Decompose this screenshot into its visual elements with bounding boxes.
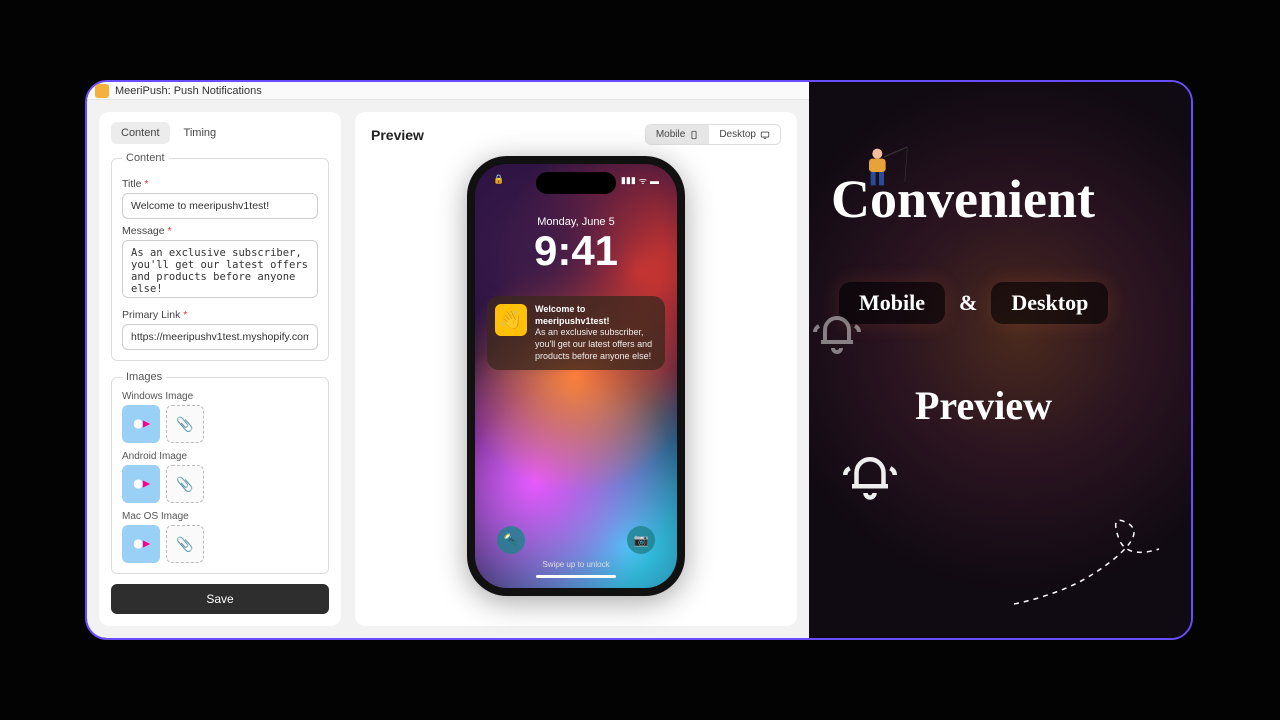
battery-icon: ▬ bbox=[650, 176, 659, 186]
link-input[interactable] bbox=[122, 324, 318, 350]
mobile-icon bbox=[689, 130, 699, 140]
flashlight-icon: 🔦 bbox=[497, 526, 525, 554]
phone-mockup: 🔒 ▮▮▮ ᯤ ▬ Monday, June 5 9:41 👋 bbox=[467, 156, 685, 596]
content-legend: Content bbox=[122, 152, 169, 164]
images-fieldset: Images Windows Image 📎 bbox=[111, 371, 329, 574]
notification-title: Welcome to meeripushv1test! bbox=[535, 304, 657, 327]
lock-icon: 🔒 bbox=[493, 174, 504, 187]
toggle-desktop[interactable]: Desktop bbox=[709, 125, 780, 144]
content-fieldset: Content Title * Message * As an exclusiv… bbox=[111, 152, 329, 361]
link-label: Primary Link * bbox=[122, 309, 318, 321]
promo-pill-desktop: Desktop bbox=[991, 282, 1108, 324]
wifi-icon: ᯤ bbox=[639, 174, 647, 187]
notification-card: 👋 Welcome to meeripushv1test! As an excl… bbox=[487, 296, 665, 370]
toggle-mobile[interactable]: Mobile bbox=[646, 125, 709, 144]
form-panel: Content Timing Content Title * Message *… bbox=[99, 112, 341, 626]
title-label: Title * bbox=[122, 178, 318, 190]
android-image-thumb[interactable] bbox=[122, 465, 160, 503]
signal-icon: ▮▮▮ bbox=[621, 175, 636, 186]
images-legend: Images bbox=[122, 371, 166, 383]
message-label: Message * bbox=[122, 225, 318, 237]
preview-panel: Preview Mobile Desktop bbox=[355, 112, 797, 626]
windows-image-attach-icon[interactable]: 📎 bbox=[166, 405, 204, 443]
message-input[interactable]: As an exclusive subscriber, you'll get o… bbox=[122, 240, 318, 298]
macos-image-attach-icon[interactable]: 📎 bbox=[166, 525, 204, 563]
tab-timing[interactable]: Timing bbox=[174, 122, 227, 144]
notification-message: As an exclusive subscriber, you'll get o… bbox=[535, 327, 657, 362]
android-image-label: Android Image bbox=[122, 451, 222, 462]
app-window: MeeriPush: Push Notifications Content Ti… bbox=[87, 82, 809, 638]
save-button[interactable]: Save bbox=[111, 584, 329, 614]
promo-preview-text: Preview bbox=[915, 382, 1175, 429]
fisherman-icon bbox=[859, 142, 909, 192]
window-titlebar: MeeriPush: Push Notifications bbox=[87, 82, 809, 100]
desktop-icon bbox=[760, 130, 770, 140]
home-indicator bbox=[536, 575, 616, 578]
tab-content[interactable]: Content bbox=[111, 122, 170, 144]
device-toggle: Mobile Desktop bbox=[645, 124, 781, 145]
promo-ampersand: & bbox=[959, 290, 977, 316]
promo-panel: Convenient Mobile & Desktop Preview bbox=[809, 82, 1191, 638]
swipe-hint: Swipe up to unlock bbox=[475, 560, 677, 569]
decorative-line-icon bbox=[1009, 504, 1179, 614]
camera-icon: 📷 bbox=[627, 526, 655, 554]
windows-image-thumb[interactable] bbox=[122, 405, 160, 443]
window-title: MeeriPush: Push Notifications bbox=[115, 85, 262, 97]
notification-app-icon: 👋 bbox=[495, 304, 527, 336]
app-logo-icon bbox=[95, 84, 109, 98]
macos-image-thumb[interactable] bbox=[122, 525, 160, 563]
android-image-attach-icon[interactable]: 📎 bbox=[166, 465, 204, 503]
bell-icon bbox=[843, 448, 897, 502]
title-input[interactable] bbox=[122, 193, 318, 219]
phone-time: 9:41 bbox=[475, 230, 677, 272]
macos-image-label: Mac OS Image bbox=[122, 511, 222, 522]
preview-heading: Preview bbox=[371, 127, 424, 143]
phone-notch bbox=[536, 172, 616, 194]
bell-icon bbox=[813, 308, 861, 356]
windows-image-label: Windows Image bbox=[122, 391, 222, 402]
